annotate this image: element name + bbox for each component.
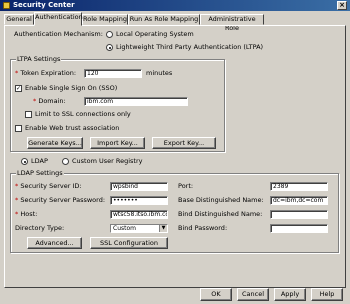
token-expiration-label: * Token Expiration: [15,69,76,78]
tab-administrative-role[interactable]: Administrative Role [200,14,264,32]
domain-label: * Domain: [33,97,66,106]
radio-ldap[interactable] [21,158,28,165]
directory-type-label: Directory Type: [15,224,65,232]
ssl-only-checkbox[interactable] [25,111,32,118]
domain-text: Domain: [38,97,66,105]
sso-label[interactable]: Enable Single Sign On (SSO) [25,84,117,93]
export-key-button[interactable]: Export Key... [152,137,216,149]
server-id-text: Security Server ID: [20,182,82,190]
bind-dn-input[interactable] [270,210,328,219]
required-marker: * [33,97,37,105]
token-expiration-text: Token Expiration: [20,69,77,77]
security-center-icon [3,2,10,9]
server-password-input[interactable]: ••••••• [110,196,168,205]
generate-keys-button[interactable]: Generate Keys... [27,137,83,149]
tab-authentication[interactable]: Authentication [34,12,83,26]
radio-custom-registry-label[interactable]: Custom User Registry [72,157,142,166]
ssl-only-label[interactable]: Limit to SSL connections only [35,110,131,119]
tab-run-as-role-mapping[interactable]: Run As Role Mapping [128,14,200,25]
cancel-button[interactable]: Cancel [237,288,269,301]
import-key-button[interactable]: Import Key... [90,137,145,149]
token-unit-label: minutes [146,69,173,77]
required-marker: * [15,196,19,204]
required-marker: * [15,69,19,77]
directory-type-value: Custom [113,225,136,232]
close-icon[interactable]: × [337,1,347,10]
server-password-label: * Security Server Password: [15,196,105,205]
domain-input[interactable]: ibm.com [84,97,188,106]
web-trust-checkbox[interactable] [15,125,22,132]
bind-password-label: Bind Password: [178,224,228,232]
radio-custom-registry[interactable] [62,158,69,165]
radio-ltpa[interactable] [106,44,113,51]
token-expiration-input[interactable]: 120 [84,69,142,78]
sso-checkbox[interactable]: ✓ [15,85,22,92]
help-button[interactable]: Help [311,288,343,301]
ok-button[interactable]: OK [200,288,232,301]
ltpa-settings-title: LTPA Settings [16,55,62,63]
base-dn-input[interactable]: dc=ibm,dc=com [270,196,328,205]
web-trust-label[interactable]: Enable Web trust association [25,124,119,133]
required-marker: * [15,210,19,218]
bind-password-input[interactable] [270,224,328,233]
radio-local-os[interactable] [106,31,113,38]
radio-ldap-label[interactable]: LDAP [31,157,48,166]
directory-type-select[interactable]: Custom ▼ [110,224,168,233]
radio-ltpa-label[interactable]: Lightweight Third Party Authentication (… [116,43,263,52]
port-label: Port: [178,182,194,190]
required-marker: * [15,182,19,190]
auth-mechanism-label: Authentication Mechanism: [14,30,103,38]
checkmark-icon: ✓ [16,85,22,92]
ldap-settings-title: LDAP Settings [16,169,64,177]
ssl-configuration-button[interactable]: SSL Configuration [90,237,168,249]
window-title: Security Center [13,1,75,9]
bind-dn-label: Bind Distinguished Name: [178,210,263,218]
server-password-text: Security Server Password: [20,196,106,204]
port-input[interactable]: 2389 [270,182,328,191]
server-id-label: * Security Server ID: [15,182,82,191]
tab-role-mapping[interactable]: Role Mapping [82,14,128,25]
advanced-button[interactable]: Advanced... [27,237,82,249]
host-input[interactable]: wtsc58.itso.ibm.com [110,210,168,219]
title-bar: Security Center × [0,0,350,11]
radio-local-os-label[interactable]: Local Operating System [116,30,194,39]
host-text: Host: [20,210,38,218]
base-dn-label: Base Distinguished Name: [178,196,264,204]
server-id-input[interactable]: wpsbind [110,182,168,191]
tab-general[interactable]: General [4,14,34,25]
host-label: * Host: [15,210,37,219]
chevron-down-icon[interactable]: ▼ [159,225,167,232]
apply-button[interactable]: Apply [274,288,306,301]
